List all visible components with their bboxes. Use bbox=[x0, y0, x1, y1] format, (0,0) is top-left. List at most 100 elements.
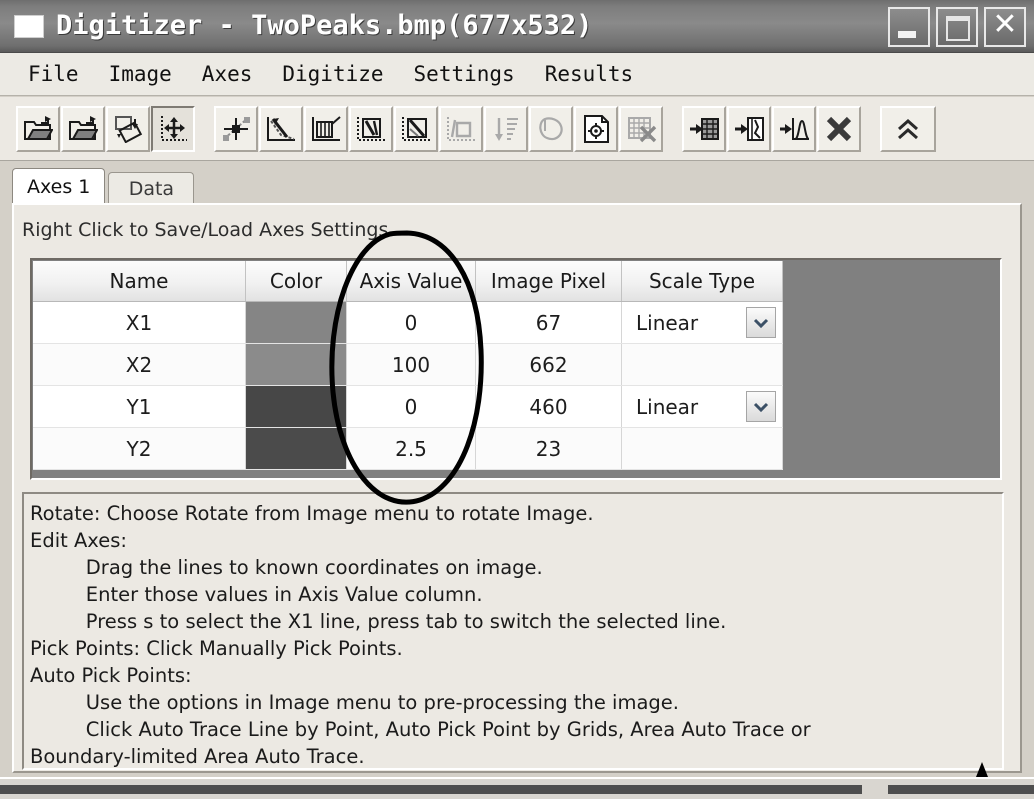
close-button[interactable]: ✕ bbox=[984, 7, 1026, 47]
tab-axes-1[interactable]: Axes 1 bbox=[12, 168, 106, 204]
lasso-select-button[interactable] bbox=[529, 105, 573, 152]
crosshair-point-icon bbox=[223, 116, 250, 141]
collapse-toolbar-button[interactable] bbox=[880, 105, 936, 152]
window-title: Digitizer - TwoPeaks.bmp(677x532) bbox=[56, 10, 593, 41]
scale-type-dropdown-y1[interactable] bbox=[746, 391, 776, 422]
toolbar-group-file bbox=[16, 105, 196, 152]
cell-axis-value-x1[interactable]: 0 bbox=[346, 301, 476, 344]
scale-type-value: Linear bbox=[636, 394, 699, 419]
tab-strip: Axes 1 Data bbox=[12, 168, 1022, 204]
auto-trace-line-button[interactable] bbox=[259, 105, 303, 152]
double-chevron-up-icon bbox=[898, 118, 918, 139]
tab-data[interactable]: Data bbox=[108, 172, 195, 204]
export-to-curve-button[interactable] bbox=[772, 105, 816, 152]
open-image-button[interactable] bbox=[16, 105, 60, 152]
move-axes-button[interactable] bbox=[151, 105, 195, 152]
instruction-line: Drag the lines to known coordinates on i… bbox=[30, 556, 543, 579]
column-header-name: Name bbox=[33, 261, 246, 302]
table-header-row: Name Color Axis Value Image Pixel Scale … bbox=[33, 261, 783, 302]
title-bar: Digitizer - TwoPeaks.bmp(677x532) ✕ bbox=[0, 0, 1034, 53]
rotate-image-icon bbox=[115, 115, 143, 143]
cell-color-y1[interactable] bbox=[245, 385, 347, 428]
cell-name-x2: X2 bbox=[33, 343, 246, 386]
scale-type-value: Linear bbox=[636, 310, 699, 335]
color-swatch bbox=[246, 344, 346, 385]
menu-item-axes[interactable]: Axes bbox=[190, 60, 265, 88]
rotate-image-button[interactable] bbox=[106, 105, 150, 152]
cell-axis-value-y2[interactable]: 2.5 bbox=[346, 427, 476, 470]
column-header-axis-value: Axis Value bbox=[346, 261, 476, 302]
table-row[interactable]: X1 0 67 Linear bbox=[33, 301, 783, 344]
area-auto-trace-button[interactable] bbox=[349, 105, 393, 152]
pick-by-grids-button[interactable] bbox=[304, 105, 348, 152]
bottom-strip bbox=[0, 777, 1034, 799]
lasso-icon bbox=[539, 116, 563, 140]
chevron-down-icon bbox=[753, 402, 769, 412]
polygon-select-icon bbox=[447, 116, 475, 141]
toolbar-group-digitize bbox=[214, 105, 664, 152]
toolbar bbox=[0, 97, 1034, 161]
axes-table: Name Color Axis Value Image Pixel Scale … bbox=[33, 261, 783, 470]
cell-name-x1: X1 bbox=[33, 301, 246, 344]
cell-scale-type-y2[interactable] bbox=[621, 427, 783, 470]
cell-color-y2[interactable] bbox=[245, 427, 347, 470]
color-swatch bbox=[246, 428, 346, 469]
cell-scale-type-y1[interactable]: Linear bbox=[621, 385, 783, 428]
bottom-band-gap bbox=[862, 785, 888, 794]
menu-item-digitize[interactable]: Digitize bbox=[270, 60, 395, 88]
clear-grid-button[interactable] bbox=[619, 105, 663, 152]
table-row[interactable]: Y1 0 460 Linear bbox=[33, 385, 783, 428]
instruction-line: Boundary-limited Area Auto Trace. bbox=[30, 745, 365, 768]
save-load-hint: Right Click to Save/Load Axes Settings. bbox=[22, 219, 395, 241]
digitizer-window: Digitizer - TwoPeaks.bmp(677x532) ✕ File… bbox=[0, 0, 1034, 799]
cell-image-pixel-x1[interactable]: 67 bbox=[475, 301, 622, 344]
polygon-select-button[interactable] bbox=[439, 105, 483, 152]
pick-points-button[interactable] bbox=[214, 105, 258, 152]
maximize-icon bbox=[946, 16, 970, 41]
cell-axis-value-x2[interactable]: 100 bbox=[346, 343, 476, 386]
column-header-image-pixel: Image Pixel bbox=[475, 261, 622, 302]
instruction-line: Rotate: Choose Rotate from Image menu to… bbox=[30, 502, 594, 525]
cell-color-x2[interactable] bbox=[245, 343, 347, 386]
instruction-line: Use the options in Image menu to pre-pro… bbox=[30, 691, 679, 714]
minimize-icon bbox=[898, 31, 916, 38]
cell-axis-value-y1[interactable]: 0 bbox=[346, 385, 476, 428]
app-icon bbox=[14, 14, 44, 38]
cell-image-pixel-x2[interactable]: 662 bbox=[475, 343, 622, 386]
area-trace-icon bbox=[357, 116, 385, 141]
export-to-plot-button[interactable] bbox=[727, 105, 771, 152]
export-table-icon bbox=[690, 117, 719, 140]
maximize-button[interactable] bbox=[936, 7, 978, 47]
close-icon: ✕ bbox=[992, 7, 1018, 42]
cell-color-x1[interactable] bbox=[245, 301, 347, 344]
delete-button[interactable] bbox=[817, 105, 861, 152]
cell-scale-type-x1[interactable]: Linear bbox=[621, 301, 783, 344]
sort-descending-icon bbox=[495, 117, 518, 141]
export-to-table-button[interactable] bbox=[682, 105, 726, 152]
move-axes-icon bbox=[161, 115, 187, 141]
sort-points-button[interactable] bbox=[484, 105, 528, 152]
toolbar-group-export bbox=[682, 105, 862, 152]
clear-grid-icon bbox=[628, 116, 657, 142]
menu-item-settings[interactable]: Settings bbox=[402, 60, 527, 88]
instruction-line: Auto Pick Points: bbox=[30, 664, 192, 687]
close-x-icon bbox=[826, 116, 852, 141]
minimize-button[interactable] bbox=[888, 7, 930, 47]
cell-image-pixel-y2[interactable]: 23 bbox=[475, 427, 622, 470]
cell-image-pixel-y1[interactable]: 460 bbox=[475, 385, 622, 428]
open-project-button[interactable] bbox=[61, 105, 105, 152]
menu-item-file[interactable]: File bbox=[16, 60, 91, 88]
cell-name-y2: Y2 bbox=[33, 427, 246, 470]
scale-type-dropdown-x1[interactable] bbox=[746, 307, 776, 338]
cell-scale-type-x2[interactable] bbox=[621, 343, 783, 386]
table-row[interactable]: Y2 2.5 23 bbox=[33, 427, 783, 470]
menu-item-image[interactable]: Image bbox=[97, 60, 184, 88]
table-row[interactable]: X2 100 662 bbox=[33, 343, 783, 386]
new-point-set-button[interactable] bbox=[574, 105, 618, 152]
menu-item-results[interactable]: Results bbox=[533, 60, 646, 88]
window-controls: ✕ bbox=[888, 7, 1026, 47]
instruction-line: Press s to select the X1 line, press tab… bbox=[30, 610, 727, 633]
column-header-scale-type: Scale Type bbox=[621, 261, 783, 302]
color-swatch bbox=[246, 386, 346, 427]
boundary-area-trace-button[interactable] bbox=[394, 105, 438, 152]
